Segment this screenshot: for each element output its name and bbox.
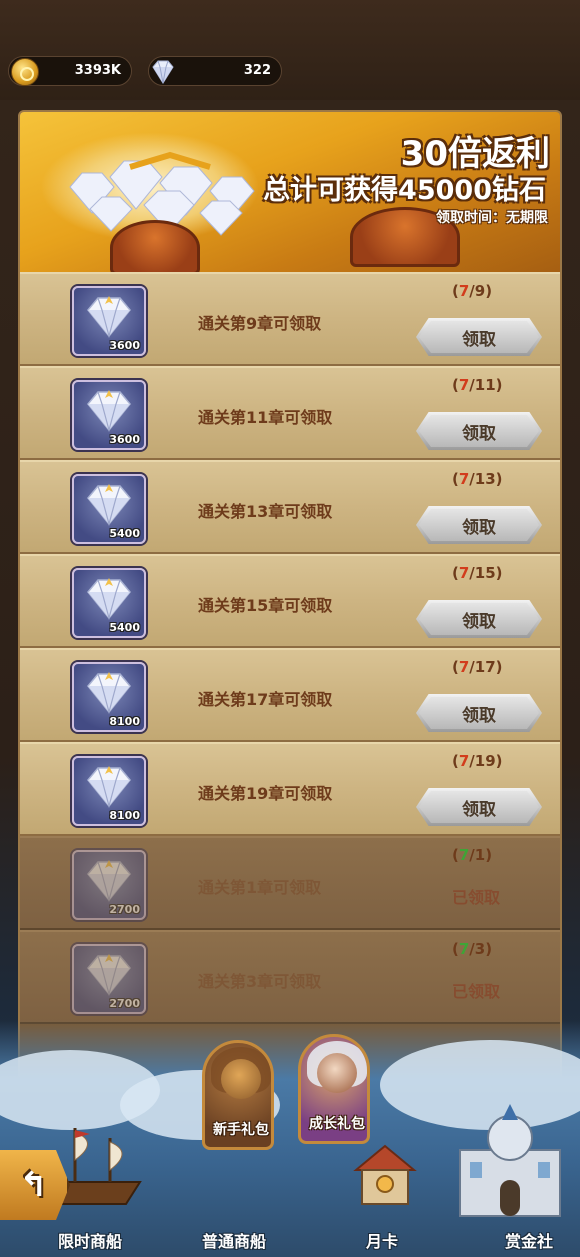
gem-counter[interactable]: 322 [148,56,282,86]
reward-row: 5400 通关第13章可领取 (7/13) 领取 [20,460,560,554]
reward-condition: 通关第11章可领取 [198,408,333,427]
reward-condition: 通关第9章可领取 [198,314,322,333]
reward-row: 5400 通关第15章可领取 (7/15) 领取 [20,554,560,648]
claim-button[interactable]: 领取 [416,412,542,450]
diamond-reward-icon: 3600 [72,286,146,356]
reward-amount: 3600 [109,433,140,446]
gold-counter[interactable]: 3393K [8,56,132,86]
reward-amount: 5400 [109,621,140,634]
chapter-progress: (7/17) [452,658,503,676]
gold-amount: 3393K [74,63,121,78]
reward-amount: 3600 [109,339,140,352]
diamond-reward-icon: 2700 [72,850,146,920]
rebate-banner: 30倍返利 总计可获得45000钻石 领取时间：无期限 [20,112,560,275]
app-root: 3393K 322 30倍返利 总计可获得45000钻石 领取时间：无期限 36… [0,0,580,1257]
nav-monthly-card[interactable]: 月卡 [366,1228,398,1252]
hero-face [221,1059,261,1099]
gem-amount: 322 [243,63,271,78]
reward-row: 2700 通关第1章可领取 (7/1) 已领取 [20,836,560,930]
nav-normal-shop[interactable]: 普通商船 [202,1228,266,1252]
growth-pack-card[interactable]: 成长礼包 [298,1034,370,1144]
reward-condition: 通关第15章可领取 [198,596,333,615]
chapter-progress: (7/11) [452,376,503,394]
claim-button[interactable]: 领取 [416,506,542,544]
reward-row: 3600 通关第11章可领取 (7/11) 领取 [20,366,560,460]
diamond-reward-icon: 8100 [72,662,146,732]
house-icon [353,1144,417,1205]
chapter-progress: (7/13) [452,470,503,488]
claimed-status: 已领取 [452,982,501,1001]
reward-row: 2700 通关第3章可领取 (7/3) 已领取 [20,930,560,1024]
reward-amount: 5400 [109,527,140,540]
diamond-reward-icon: 8100 [72,756,146,826]
growth-pack-label: 成长礼包 [309,1116,365,1132]
castle-icon [459,1104,561,1217]
rebate-total: 总计可获得45000钻石 [263,175,546,206]
reward-condition: 通关第13章可领取 [198,502,333,521]
reward-condition: 通关第1章可领取 [198,878,322,897]
chest-left-icon [110,220,200,275]
reward-amount: 8100 [109,715,140,728]
reward-row: 3600 通关第9章可领取 (7/9) 领取 [20,272,560,366]
claimed-status: 已领取 [452,888,501,907]
back-arrow-icon: ↰ [19,1165,48,1205]
diamond-reward-icon: 3600 [72,380,146,450]
chapter-progress: (7/3) [452,940,493,958]
reward-row: 8100 通关第19章可领取 (7/19) 领取 [20,742,560,836]
diamond-reward-icon: 2700 [72,944,146,1014]
chapter-progress: (7/19) [452,752,503,770]
back-button[interactable]: ↰ [0,1150,70,1220]
gold-coin-icon [11,58,39,86]
heroine-face [317,1053,357,1093]
reward-condition: 通关第17章可领取 [198,690,333,709]
newbie-pack-card[interactable]: 新手礼包 [202,1040,274,1150]
chapter-progress: (7/15) [452,564,503,582]
newbie-pack-label: 新手礼包 [213,1122,269,1138]
claim-button[interactable]: 领取 [416,694,542,732]
claim-button[interactable]: 领取 [416,318,542,356]
nav-bounty[interactable]: 赏金社 [505,1228,553,1252]
currency-bar: 3393K 322 [0,0,580,100]
claim-time: 领取时间：无期限 [436,210,548,226]
reward-condition: 通关第19章可领取 [198,784,333,803]
reward-amount: 2700 [109,997,140,1010]
diamond-reward-icon: 5400 [72,568,146,638]
bottom-nav: 限时商船 普通商船 月卡 赏金社 [0,1226,580,1257]
nav-limited-shop[interactable]: 限时商船 [58,1228,122,1252]
diamond-icon [152,60,174,84]
reward-amount: 2700 [109,903,140,916]
reward-amount: 8100 [109,809,140,822]
rebate-panel: 30倍返利 总计可获得45000钻石 领取时间：无期限 3600 通关第9章可领… [18,110,562,1150]
chapter-progress: (7/9) [452,282,493,300]
diamond-reward-icon: 5400 [72,474,146,544]
claim-button[interactable]: 领取 [416,600,542,638]
chapter-progress: (7/1) [452,846,493,864]
reward-row: 8100 通关第17章可领取 (7/17) 领取 [20,648,560,742]
reward-list: 3600 通关第9章可领取 (7/9) 领取 3600 通关第11章可领取 (7… [20,272,560,1024]
claim-button[interactable]: 领取 [416,788,542,826]
reward-condition: 通关第3章可领取 [198,972,322,991]
